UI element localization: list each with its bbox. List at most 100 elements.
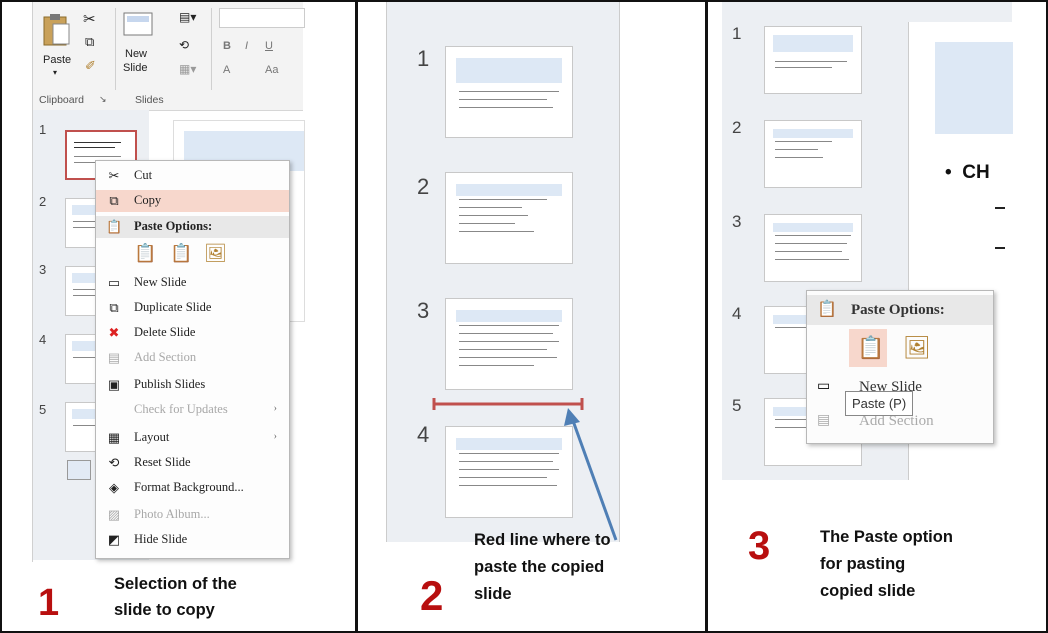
scissors-icon: ✂ <box>108 168 120 183</box>
format-background-icon: ◈ <box>109 480 119 495</box>
menu-label: Hide Slide <box>134 532 188 546</box>
context-menu: 📋 Paste Options: 📋 🖼 ▭ New Slide ▤ Add S… <box>806 290 994 444</box>
caption-line: The Paste option <box>820 528 953 546</box>
paste-label: Paste <box>43 54 72 66</box>
context-menu: ✂ Cut ⧉ Copy 📋 Paste Options: 📋 📋 🖼 ▭ New Sl… <box>95 160 290 559</box>
ribbon-separator <box>115 8 116 90</box>
caption-line: for pasting <box>820 555 906 573</box>
menu-item-layout[interactable]: ▦ Layout › <box>96 427 289 449</box>
paste-tooltip: Paste (P) <box>845 391 914 416</box>
slide-number: 5 <box>732 396 742 415</box>
menu-item-delete-slide[interactable]: ✖ Delete Slide <box>96 322 289 344</box>
paste-button[interactable]: Paste ▾ <box>41 12 77 82</box>
reset-icon: ⟲ <box>108 455 120 470</box>
copy-icon[interactable]: ⧉ <box>85 34 94 50</box>
new-slide-icon <box>123 12 153 36</box>
format-painter-icon[interactable]: ✐ <box>85 58 96 74</box>
slide-thumbnail-2[interactable] <box>764 120 862 188</box>
cut-icon[interactable]: ✂ <box>83 10 96 28</box>
menu-paste-options-header: 📋 Paste Options: <box>807 295 993 325</box>
picture-icon: 🖼 <box>903 335 931 360</box>
caption-line: paste the copied <box>474 558 605 576</box>
menu-item-add-section[interactable]: ▤ Add Section <box>96 347 289 369</box>
clipboard-icon: 📋 <box>817 301 837 318</box>
font-color-button[interactable]: A <box>223 64 230 76</box>
change-case-button[interactable]: Aa <box>265 64 278 76</box>
copy-icon: ⧉ <box>109 193 119 208</box>
hide-slide-icon: ◩ <box>107 532 121 547</box>
menu-label: Add Section <box>134 350 197 364</box>
slide-number: 4 <box>732 304 742 323</box>
insertion-marker <box>432 398 618 541</box>
add-section-icon: ▤ <box>107 350 121 365</box>
dialog-launcher-icon[interactable]: ↘ <box>99 94 107 105</box>
duplicate-icon: ⧉ <box>109 300 119 315</box>
menu-item-photo-album[interactable]: ▨ Photo Album... <box>96 504 289 526</box>
slide-number: 5 <box>39 402 47 417</box>
paste-keep-formatting-icon[interactable]: 📋 <box>170 243 192 264</box>
slide-bullet-text: • CH <box>945 162 990 183</box>
font-name-box[interactable] <box>219 8 305 28</box>
menu-item-check-updates[interactable]: Check for Updates › <box>96 399 289 421</box>
menu-item-duplicate-slide[interactable]: ⧉ Duplicate Slide <box>96 297 289 319</box>
paste-use-destination-icon[interactable]: 📋 <box>134 243 156 264</box>
delete-icon: ✖ <box>108 325 120 340</box>
section-icon[interactable]: ▦▾ <box>179 62 196 76</box>
menu-label: Paste Options: <box>851 302 945 318</box>
arrow-icon <box>570 417 618 541</box>
menu-item-hide-slide[interactable]: ◩ Hide Slide <box>96 529 289 551</box>
reset-icon[interactable]: ⟲ <box>179 38 189 52</box>
caption-line: slide to copy <box>114 601 215 619</box>
publish-icon: ▣ <box>107 377 121 392</box>
bold-button[interactable]: B <box>223 40 231 52</box>
slide-number: 1 <box>732 24 742 43</box>
menu-label: Check for Updates <box>134 402 228 416</box>
slide-number: 3 <box>39 262 47 277</box>
step-number: 3 <box>748 524 771 568</box>
new-slide-button[interactable]: New Slide <box>121 10 169 90</box>
step-number: 1 <box>38 582 60 624</box>
slide-number: 2 <box>732 118 742 137</box>
clipboard-group-label: Clipboard <box>39 94 84 106</box>
layout-icon: ▦ <box>107 430 121 445</box>
panel-step-3: 1 2 3 4 5 • CH 📋 Paste Options: 📋 🖼 ▭ Ne… <box>708 2 1044 631</box>
caption-line: copied slide <box>820 582 916 600</box>
menu-label: Reset Slide <box>134 455 191 469</box>
clipboard-icon: 📋 <box>857 335 885 360</box>
menu-item-reset-slide[interactable]: ⟲ Reset Slide <box>96 452 289 474</box>
new-slide-icon: ▭ <box>107 275 121 290</box>
panel-step-1: Paste ▾ ✂ ⧉ ✐ New Slide ▤▾ ⟲ ▦▾ B I U A … <box>2 2 355 631</box>
paste-picture-button[interactable]: 🖼 <box>897 329 935 367</box>
paste-option-buttons: 📋 📋 🖼 <box>134 243 244 269</box>
ribbon-separator <box>211 8 212 90</box>
new-slide-label-2: Slide <box>123 62 148 74</box>
menu-label: New Slide <box>134 275 187 289</box>
chevron-down-icon: ▾ <box>53 68 58 77</box>
clipboard-icon <box>43 14 70 46</box>
menu-item-new-slide[interactable]: ▭ New Slide <box>96 272 289 294</box>
paste-picture-icon[interactable]: 🖼 <box>204 243 227 264</box>
paste-use-destination-button[interactable]: 📋 <box>849 329 887 367</box>
italic-button[interactable]: I <box>245 40 248 52</box>
menu-item-publish-slides[interactable]: ▣ Publish Slides <box>96 374 289 396</box>
submenu-arrow-icon: › <box>273 403 277 414</box>
new-slide-icon: ▭ <box>817 377 831 393</box>
menu-label: Delete Slide <box>134 325 196 339</box>
slide-number: 4 <box>39 332 47 347</box>
slide-thumbnail-3[interactable] <box>764 214 862 282</box>
layout-icon[interactable]: ▤▾ <box>179 10 196 24</box>
menu-item-copy[interactable]: ⧉ Copy <box>96 190 289 212</box>
submenu-arrow-icon: › <box>273 431 277 442</box>
step-number: 2 <box>420 572 444 619</box>
slide-bullet-label: CH <box>962 162 990 183</box>
menu-label: Cut <box>134 168 153 182</box>
slide-number: 1 <box>39 122 47 137</box>
slide-number: 3 <box>732 212 742 231</box>
menu-item-cut[interactable]: ✂ Cut <box>96 165 289 187</box>
notes-icon[interactable] <box>67 460 91 480</box>
underline-button[interactable]: U <box>265 40 273 52</box>
menu-item-format-background[interactable]: ◈ Format Background... <box>96 477 289 499</box>
photo-album-icon: ▨ <box>107 507 121 522</box>
menu-label: Publish Slides <box>134 377 206 391</box>
slide-thumbnail-1[interactable] <box>764 26 862 94</box>
